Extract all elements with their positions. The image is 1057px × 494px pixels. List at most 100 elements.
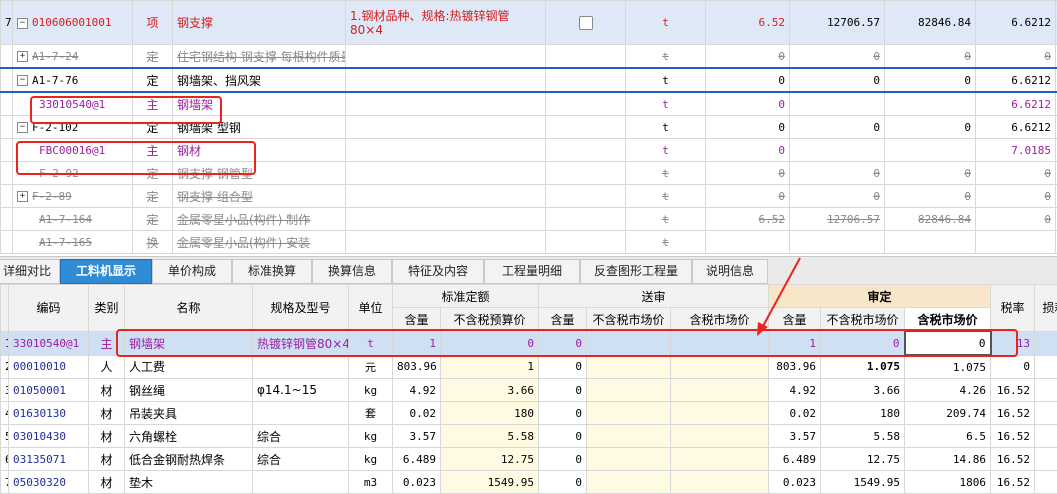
header-sub-price-ex[interactable]: 不含税市场价 xyxy=(587,308,671,332)
resource-rev-price-ex[interactable]: 1549.95 xyxy=(821,471,905,494)
resource-code[interactable]: 33010540@1 xyxy=(9,331,89,355)
resource-tax-rate[interactable]: 0 xyxy=(991,355,1035,379)
resource-rev-price-in[interactable]: 0 xyxy=(905,331,991,355)
resource-rev-price-in[interactable]: 1.075 xyxy=(905,355,991,379)
resource-tax-rate[interactable]: 16.52 xyxy=(991,471,1035,494)
resource-name[interactable]: 低合金钢耐热焊条 xyxy=(125,448,253,471)
resource-sub-price-ex[interactable] xyxy=(587,425,671,448)
expand-icon[interactable]: + xyxy=(17,51,28,62)
resource-row[interactable]: 401630130材吊装夹具套0.0218000.02180209.7416.5… xyxy=(1,402,1057,425)
tab-6[interactable]: 工程量明细 xyxy=(484,259,580,284)
resource-sub-qty[interactable]: 0 xyxy=(539,448,587,471)
resource-name[interactable]: 垫木 xyxy=(125,471,253,494)
resource-row[interactable]: 705030320材垫木m30.0231549.9500.0231549.951… xyxy=(1,471,1057,494)
row-code[interactable]: FBC00016@1 xyxy=(13,139,133,162)
bill-row[interactable]: +F-2-89定钢支撑 组合型t0000 xyxy=(1,185,1057,208)
row-code[interactable]: A1-7-164 xyxy=(13,208,133,231)
header-sub-price-in[interactable]: 含税市场价 xyxy=(671,308,769,332)
resource-row[interactable]: 301050001材钢丝绳φ14.1~15kg4.923.6604.923.66… xyxy=(1,379,1057,402)
resource-loss[interactable] xyxy=(1035,379,1057,402)
tab-0[interactable]: 详细对比 xyxy=(0,259,60,284)
resource-sub-price-in[interactable] xyxy=(671,355,769,379)
resource-row[interactable]: 603135071材低合金钢耐热焊条综合kg6.48912.7506.48912… xyxy=(1,448,1057,471)
resource-sub-qty[interactable]: 0 xyxy=(539,425,587,448)
row-quantity[interactable]: 0 xyxy=(706,68,790,92)
header-std-qty[interactable]: 含量 xyxy=(393,308,441,332)
row-code[interactable]: F-2-92 xyxy=(13,162,133,185)
resource-code[interactable]: 03135071 xyxy=(9,448,89,471)
header-loss[interactable]: 损耗 xyxy=(1035,285,1057,332)
resource-sub-price-ex[interactable] xyxy=(587,471,671,494)
resource-loss[interactable] xyxy=(1035,355,1057,379)
resource-loss[interactable] xyxy=(1035,448,1057,471)
collapse-icon[interactable]: − xyxy=(17,18,28,29)
resource-sub-price-ex[interactable] xyxy=(587,402,671,425)
header-spec[interactable]: 规格及型号 xyxy=(253,285,349,332)
bill-row[interactable]: A1-7-164定金属零星小品(构件) 制作t6.5212706.5782846… xyxy=(1,208,1057,231)
resource-rev-qty[interactable]: 4.92 xyxy=(769,379,821,402)
resource-rev-price-in[interactable]: 209.74 xyxy=(905,402,991,425)
row-code[interactable]: +F-2-89 xyxy=(13,185,133,208)
resource-code[interactable]: 01050001 xyxy=(9,379,89,402)
resource-sub-qty[interactable]: 0 xyxy=(539,402,587,425)
resource-spec[interactable]: 综合 xyxy=(253,448,349,471)
bill-row[interactable]: −F-2-102定钢墙架 型钢t0006.6212 xyxy=(1,116,1057,139)
header-rev-qty[interactable]: 含量 xyxy=(769,308,821,332)
resource-rev-price-in[interactable]: 6.5 xyxy=(905,425,991,448)
resource-rev-price-ex[interactable]: 3.66 xyxy=(821,379,905,402)
collapse-icon[interactable]: − xyxy=(17,75,28,86)
resource-sub-price-in[interactable] xyxy=(671,448,769,471)
tab-8[interactable]: 说明信息 xyxy=(692,259,768,284)
tab-3[interactable]: 标准换算 xyxy=(232,259,312,284)
resource-rev-qty[interactable]: 6.489 xyxy=(769,448,821,471)
row-spec[interactable] xyxy=(346,45,546,69)
resource-sub-qty[interactable]: 0 xyxy=(539,379,587,402)
resource-loss[interactable] xyxy=(1035,402,1057,425)
resource-rev-qty[interactable]: 0.02 xyxy=(769,402,821,425)
row-spec[interactable]: 1.钢材品种、规格:热镀锌钢管80×4 xyxy=(346,1,546,45)
resource-code[interactable]: 03010430 xyxy=(9,425,89,448)
resource-spec[interactable] xyxy=(253,355,349,379)
resource-rev-qty[interactable]: 3.57 xyxy=(769,425,821,448)
tab-7[interactable]: 反查图形工程量 xyxy=(580,259,692,284)
resource-tax-rate[interactable]: 16.52 xyxy=(991,425,1035,448)
resource-tax-rate[interactable]: 16.52 xyxy=(991,402,1035,425)
row-spec[interactable] xyxy=(346,116,546,139)
resource-rev-price-ex[interactable]: 12.75 xyxy=(821,448,905,471)
collapse-icon[interactable]: − xyxy=(17,122,28,133)
resource-name[interactable]: 人工费 xyxy=(125,355,253,379)
row-quantity[interactable]: 0 xyxy=(706,162,790,185)
resource-sub-price-in[interactable] xyxy=(671,402,769,425)
resource-sub-price-ex[interactable] xyxy=(587,448,671,471)
resource-name[interactable]: 吊装夹具 xyxy=(125,402,253,425)
bill-row[interactable]: −A1-7-76定钢墙架、挡风架t0006.6212 xyxy=(1,68,1057,92)
resource-rev-qty[interactable]: 0.023 xyxy=(769,471,821,494)
resource-sub-price-in[interactable] xyxy=(671,379,769,402)
row-name[interactable]: 钢支撑 组合型 xyxy=(173,185,346,208)
header-sub-qty[interactable]: 含量 xyxy=(539,308,587,332)
resource-name[interactable]: 钢墙架 xyxy=(125,331,253,355)
resource-row[interactable]: 200010010人人工费元803.9610803.961.0751.0750 xyxy=(1,355,1057,379)
bill-row[interactable]: 7−010606001001项钢支撑1.钢材品种、规格:热镀锌钢管80×4t6.… xyxy=(1,1,1057,45)
row-spec[interactable] xyxy=(346,162,546,185)
tab-4[interactable]: 换算信息 xyxy=(312,259,392,284)
resource-tax-rate[interactable]: 16.52 xyxy=(991,379,1035,402)
header-unit[interactable]: 单位 xyxy=(349,285,393,332)
row-spec[interactable] xyxy=(346,139,546,162)
bill-row[interactable]: A1-7-165换金属零星小品(构件) 安装t xyxy=(1,231,1057,254)
tab-5[interactable]: 特征及内容 xyxy=(392,259,484,284)
resource-name[interactable]: 六角螺栓 xyxy=(125,425,253,448)
resource-sub-qty[interactable]: 0 xyxy=(539,471,587,494)
row-spec[interactable] xyxy=(346,185,546,208)
row-code[interactable]: A1-7-165 xyxy=(13,231,133,254)
resource-rev-price-ex[interactable]: 180 xyxy=(821,402,905,425)
resource-name[interactable]: 钢丝绳 xyxy=(125,379,253,402)
expand-icon[interactable]: + xyxy=(17,191,28,202)
bill-row[interactable]: +A1-7-24定住宅钢结构 钢支撑 每根构件质量(t) ≤1.5t0000 xyxy=(1,45,1057,69)
resource-sub-price-in[interactable] xyxy=(671,425,769,448)
row-name[interactable]: 钢墙架、挡风架 xyxy=(173,68,346,92)
resource-rev-price-ex[interactable]: 5.58 xyxy=(821,425,905,448)
resource-rev-qty[interactable]: 1 xyxy=(769,331,821,355)
resource-tax-rate[interactable]: 16.52 xyxy=(991,448,1035,471)
checkbox[interactable] xyxy=(579,16,593,30)
